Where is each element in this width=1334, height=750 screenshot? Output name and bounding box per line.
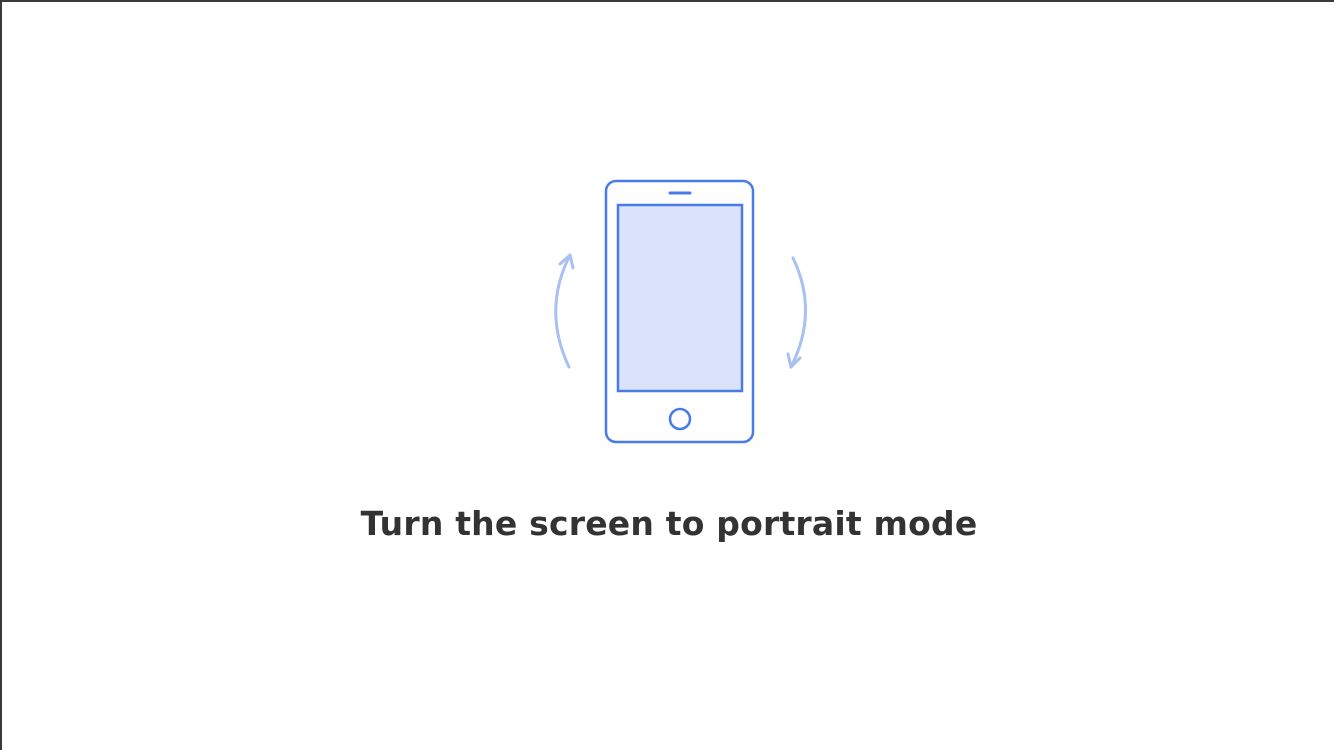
phone-icon xyxy=(604,179,755,444)
rotate-arrow-down-icon xyxy=(786,256,807,369)
rotate-illustration xyxy=(542,172,822,452)
rotate-instruction-text: Turn the screen to portrait mode xyxy=(360,504,978,543)
rotate-device-overlay: Turn the screen to portrait mode xyxy=(0,0,1334,750)
rotate-arrow-up-icon xyxy=(554,253,575,369)
